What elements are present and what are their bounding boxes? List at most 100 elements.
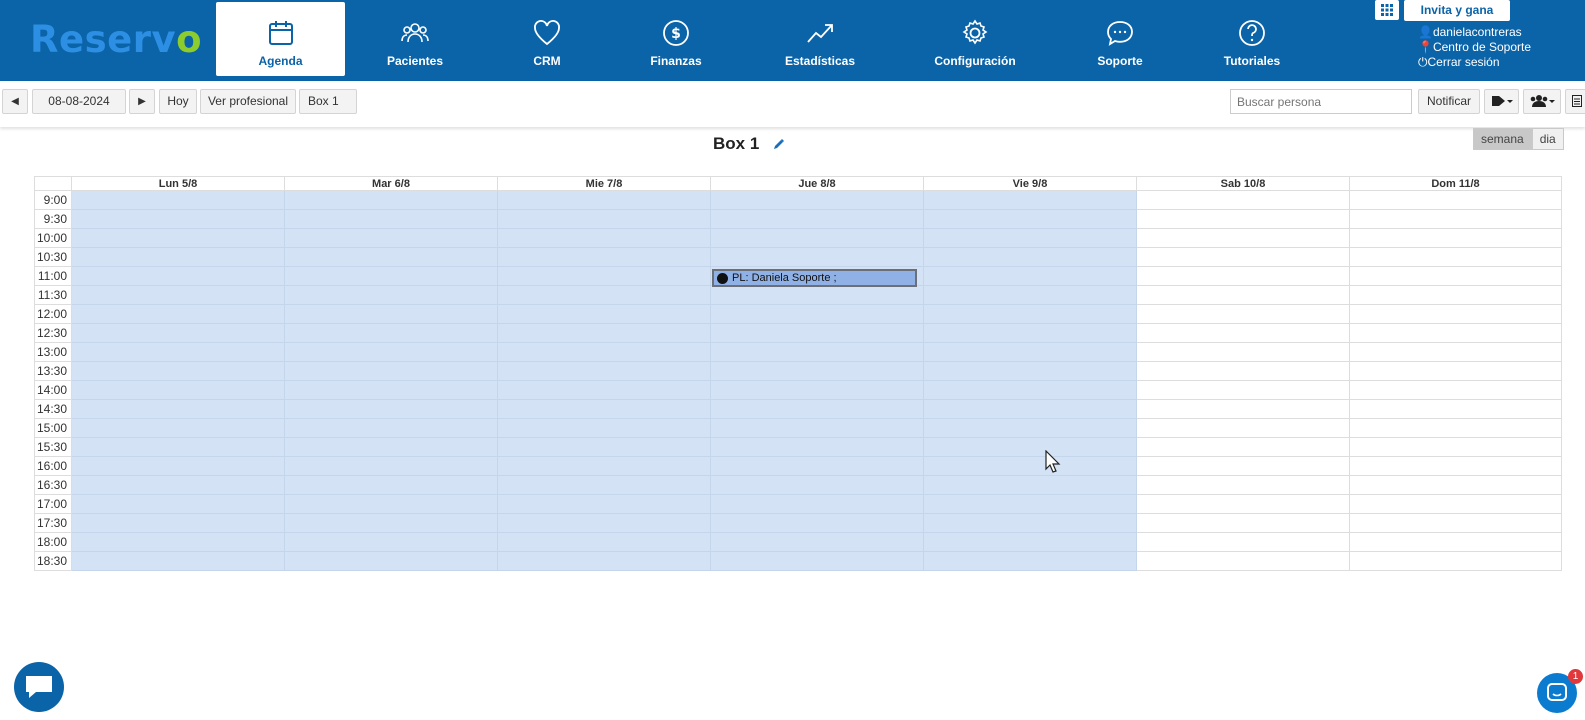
calendar-slot[interactable] — [284, 247, 498, 267]
calendar-slot[interactable] — [710, 380, 924, 400]
calendar-slot[interactable] — [923, 342, 1137, 362]
calendar-slot[interactable] — [1136, 228, 1350, 248]
calendar-slot[interactable] — [1136, 323, 1350, 343]
calendar-slot[interactable] — [710, 247, 924, 267]
calendar-slot[interactable] — [1136, 380, 1350, 400]
calendar-slot[interactable] — [497, 209, 711, 229]
calendar-slot[interactable] — [1349, 304, 1562, 324]
calendar-slot[interactable] — [1349, 456, 1562, 476]
next-date-button[interactable]: ▶ — [129, 89, 155, 114]
calendar-slot[interactable] — [71, 532, 285, 552]
calendar-slot[interactable] — [497, 361, 711, 381]
calendar-slot[interactable] — [497, 532, 711, 552]
logout-link[interactable]: ⏻Cerrar sesión — [1418, 55, 1531, 70]
calendar-slot[interactable] — [1349, 475, 1562, 495]
calendar-slot[interactable] — [923, 494, 1137, 514]
calendar-slot[interactable] — [284, 551, 498, 571]
calendar-slot[interactable] — [1136, 456, 1350, 476]
calendar-slot[interactable] — [710, 532, 924, 552]
calendar-slot[interactable] — [710, 342, 924, 362]
calendar-slot[interactable] — [71, 380, 285, 400]
nav-pacientes[interactable]: Pacientes — [360, 2, 470, 76]
calendar-slot[interactable] — [284, 285, 498, 305]
calendar-slot[interactable] — [710, 190, 924, 210]
calendar-slot[interactable] — [710, 209, 924, 229]
support-center-link[interactable]: 📍Centro de Soporte — [1418, 40, 1531, 55]
calendar-slot[interactable] — [923, 475, 1137, 495]
view-professional-button[interactable]: Ver profesional — [200, 89, 296, 114]
calendar-slot[interactable] — [497, 551, 711, 571]
calendar-slot[interactable] — [710, 228, 924, 248]
calendar-slot[interactable] — [710, 475, 924, 495]
support-messenger-button[interactable]: 1 — [1537, 669, 1583, 713]
calendar-slot[interactable] — [1349, 532, 1562, 552]
calendar-slot[interactable] — [923, 513, 1137, 533]
calendar-slot[interactable] — [1136, 475, 1350, 495]
calendar-slot[interactable] — [923, 190, 1137, 210]
calendar-slot[interactable] — [1136, 551, 1350, 571]
calendar-slot[interactable] — [1349, 494, 1562, 514]
calendar-slot[interactable] — [497, 190, 711, 210]
calendar-slot[interactable] — [497, 380, 711, 400]
calendar-slot[interactable] — [923, 247, 1137, 267]
calendar-slot[interactable] — [1136, 399, 1350, 419]
calendar-slot[interactable] — [497, 399, 711, 419]
calendar-slot[interactable] — [710, 304, 924, 324]
nav-agenda[interactable]: Agenda — [216, 2, 345, 76]
calendar-slot[interactable] — [497, 285, 711, 305]
calendar-slot[interactable] — [284, 380, 498, 400]
calendar-slot[interactable] — [1136, 209, 1350, 229]
calendar-slot[interactable] — [710, 437, 924, 457]
today-button[interactable]: Hoy — [159, 89, 197, 114]
calendar-slot[interactable] — [284, 190, 498, 210]
calendar-slot[interactable] — [923, 361, 1137, 381]
calendar-slot[interactable] — [1349, 228, 1562, 248]
calendar-slot[interactable] — [1349, 190, 1562, 210]
calendar-slot[interactable] — [1136, 494, 1350, 514]
calendar-slot[interactable] — [923, 399, 1137, 419]
calendar-slot[interactable] — [710, 418, 924, 438]
calendar-slot[interactable] — [923, 323, 1137, 343]
calendar-slot[interactable] — [1136, 437, 1350, 457]
calendar-slot[interactable] — [1349, 361, 1562, 381]
calendar-slot[interactable] — [284, 475, 498, 495]
appointment-event[interactable]: PL: Daniela Soporte ; — [712, 269, 917, 287]
calendar-slot[interactable] — [71, 399, 285, 419]
calendar-slot[interactable] — [71, 323, 285, 343]
calendar-slot[interactable] — [923, 209, 1137, 229]
calendar-slot[interactable] — [923, 228, 1137, 248]
calendar-slot[interactable] — [1349, 380, 1562, 400]
calendar-slot[interactable] — [71, 551, 285, 571]
calendar-slot[interactable] — [497, 418, 711, 438]
calendar-slot[interactable] — [497, 342, 711, 362]
nav-finanzas[interactable]: $ Finanzas — [626, 2, 726, 76]
calendar-slot[interactable] — [710, 456, 924, 476]
calendar-slot[interactable] — [710, 323, 924, 343]
calendar-slot[interactable] — [284, 342, 498, 362]
prev-date-button[interactable]: ◀ — [2, 89, 28, 114]
chat-widget-button[interactable] — [14, 662, 64, 712]
week-view-button[interactable]: semana — [1473, 128, 1532, 150]
calendar-slot[interactable] — [1136, 342, 1350, 362]
day-view-button[interactable]: dia — [1531, 128, 1564, 150]
calendar-slot[interactable] — [497, 456, 711, 476]
calendar-slot[interactable] — [923, 285, 1137, 305]
calendar-slot[interactable] — [284, 437, 498, 457]
calendar-slot[interactable] — [284, 532, 498, 552]
calendar-slot[interactable] — [1349, 285, 1562, 305]
calendar-slot[interactable] — [1349, 323, 1562, 343]
calendar-slot[interactable] — [284, 209, 498, 229]
nav-configuracion[interactable]: Configuración — [922, 2, 1028, 76]
pencil-icon[interactable] — [773, 138, 785, 150]
nav-soporte[interactable]: Soporte — [1070, 2, 1170, 76]
calendar-slot[interactable] — [71, 285, 285, 305]
calendar-slot[interactable] — [1136, 513, 1350, 533]
calendar-slot[interactable] — [710, 361, 924, 381]
calendar-slot[interactable] — [710, 513, 924, 533]
calendar-slot[interactable] — [1349, 266, 1562, 286]
search-person-input[interactable] — [1230, 89, 1412, 114]
calendar-slot[interactable] — [71, 418, 285, 438]
calendar-slot[interactable] — [710, 285, 924, 305]
calendar-slot[interactable] — [1349, 342, 1562, 362]
calendar-slot[interactable] — [497, 513, 711, 533]
